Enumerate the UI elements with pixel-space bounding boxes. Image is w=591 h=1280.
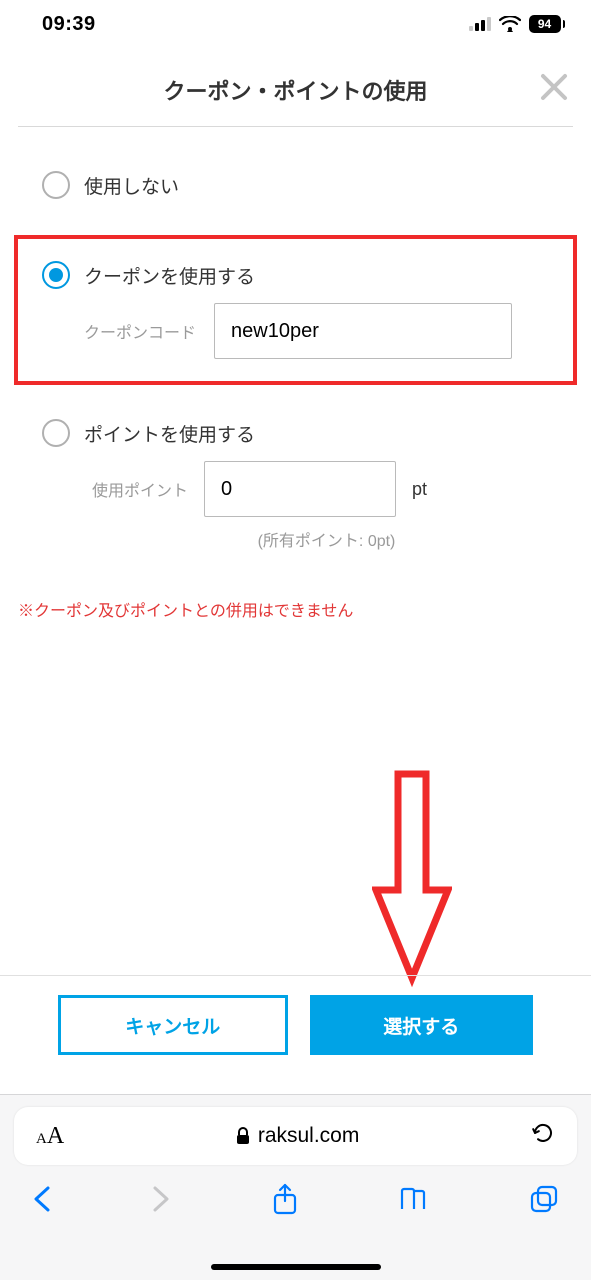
cancel-button[interactable]: キャンセル	[58, 995, 288, 1055]
reload-icon	[531, 1121, 555, 1145]
option-none-label: 使用しない	[84, 172, 179, 199]
url-text: raksul.com	[258, 1124, 360, 1148]
forward-button[interactable]	[151, 1184, 171, 1214]
share-button[interactable]	[271, 1183, 299, 1215]
cellular-icon	[469, 17, 491, 31]
browser-chrome: AA raksul.com	[0, 1094, 591, 1280]
back-button[interactable]	[32, 1184, 52, 1214]
reload-button[interactable]	[531, 1121, 555, 1151]
points-field-label: 使用ポイント	[92, 477, 188, 501]
warning-text: ※クーポン及びポイントとの併用はできません	[0, 551, 591, 621]
option-coupon[interactable]: クーポンを使用する	[42, 261, 549, 303]
status-time: 09:39	[42, 13, 96, 36]
bottom-divider	[0, 975, 591, 976]
status-indicators: 94	[469, 15, 566, 33]
url-bar[interactable]: AA raksul.com	[14, 1107, 577, 1165]
battery-indicator: 94	[529, 15, 566, 33]
radio-none[interactable]	[42, 171, 70, 199]
status-bar: 09:39 94	[0, 0, 591, 48]
coupon-code-input[interactable]	[214, 303, 512, 359]
home-indicator	[211, 1264, 381, 1270]
option-points[interactable]: ポイントを使用する	[18, 419, 573, 461]
page-header: クーポン・ポイントの使用	[0, 48, 591, 126]
radio-coupon[interactable]	[42, 261, 70, 289]
owned-points-text: (所有ポイント: 0pt)	[18, 527, 573, 551]
points-input[interactable]	[204, 461, 396, 517]
wifi-icon	[499, 16, 521, 32]
url-display[interactable]: raksul.com	[236, 1124, 360, 1148]
option-none[interactable]: 使用しない	[18, 171, 573, 207]
browser-toolbar	[0, 1165, 591, 1215]
select-button[interactable]: 選択する	[310, 995, 534, 1055]
close-icon	[539, 72, 569, 102]
points-suffix: pt	[412, 479, 427, 500]
highlight-annotation: クーポンを使用する クーポンコード	[14, 235, 577, 385]
arrow-annotation	[372, 770, 452, 990]
lock-icon	[236, 1127, 250, 1145]
option-coupon-label: クーポンを使用する	[84, 262, 255, 289]
bookmarks-button[interactable]	[398, 1185, 430, 1213]
radio-points[interactable]	[42, 419, 70, 447]
page-title: クーポン・ポイントの使用	[163, 74, 427, 106]
button-bar: キャンセル 選択する	[0, 995, 591, 1055]
coupon-field-label: クーポンコード	[84, 319, 196, 343]
close-button[interactable]	[539, 72, 569, 102]
tabs-button[interactable]	[529, 1184, 559, 1214]
option-points-label: ポイントを使用する	[84, 420, 255, 447]
text-size-button[interactable]: AA	[36, 1123, 64, 1150]
